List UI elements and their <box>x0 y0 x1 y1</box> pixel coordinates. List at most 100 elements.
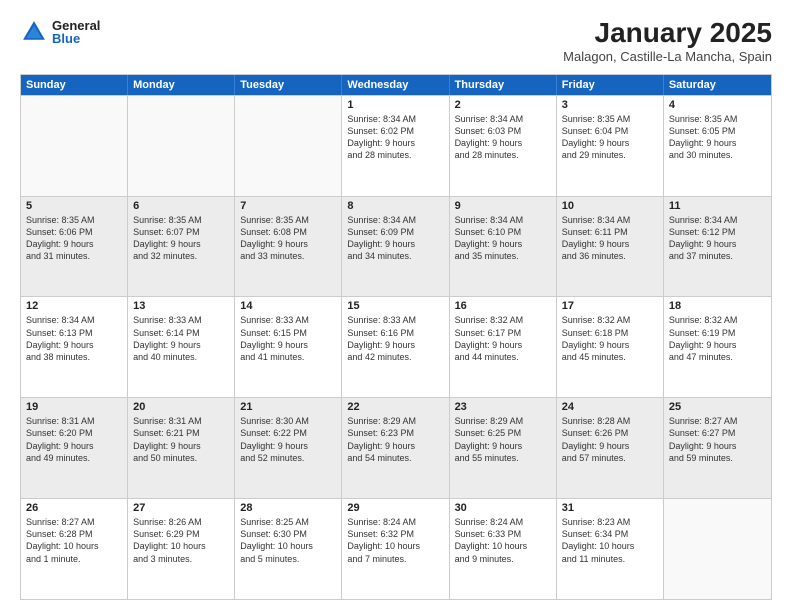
day-header-monday: Monday <box>128 75 235 95</box>
logo: General Blue <box>20 18 100 46</box>
cell-line: Daylight: 9 hours <box>669 339 766 351</box>
cell-line: Daylight: 10 hours <box>562 540 658 552</box>
cell-line: Sunset: 6:23 PM <box>347 427 443 439</box>
cell-line: Sunset: 6:06 PM <box>26 226 122 238</box>
cell-line: Sunset: 6:14 PM <box>133 327 229 339</box>
day-cell-9: 9Sunrise: 8:34 AMSunset: 6:10 PMDaylight… <box>450 197 557 297</box>
day-cell-19: 19Sunrise: 8:31 AMSunset: 6:20 PMDayligh… <box>21 398 128 498</box>
day-number: 18 <box>669 300 766 312</box>
day-number: 21 <box>240 401 336 413</box>
cell-line: and 45 minutes. <box>562 351 658 363</box>
day-cell-1: 1Sunrise: 8:34 AMSunset: 6:02 PMDaylight… <box>342 96 449 196</box>
cell-line: Sunrise: 8:28 AM <box>562 415 658 427</box>
subtitle: Malagon, Castille-La Mancha, Spain <box>563 49 772 64</box>
day-number: 26 <box>26 502 122 514</box>
day-cell-3: 3Sunrise: 8:35 AMSunset: 6:04 PMDaylight… <box>557 96 664 196</box>
cell-line: and 11 minutes. <box>562 553 658 565</box>
cell-line: Daylight: 9 hours <box>455 440 551 452</box>
cell-line: Sunset: 6:26 PM <box>562 427 658 439</box>
cell-line: Sunrise: 8:35 AM <box>562 113 658 125</box>
cell-line: Daylight: 9 hours <box>669 440 766 452</box>
day-cell-12: 12Sunrise: 8:34 AMSunset: 6:13 PMDayligh… <box>21 297 128 397</box>
logo-blue: Blue <box>52 32 100 45</box>
cell-line: Sunset: 6:20 PM <box>26 427 122 439</box>
cell-line: Sunset: 6:10 PM <box>455 226 551 238</box>
cell-line: Daylight: 9 hours <box>455 137 551 149</box>
cell-line: Sunrise: 8:35 AM <box>669 113 766 125</box>
day-number: 14 <box>240 300 336 312</box>
empty-cell <box>128 96 235 196</box>
day-header-friday: Friday <box>557 75 664 95</box>
logo-icon <box>20 18 48 46</box>
cell-line: Sunset: 6:17 PM <box>455 327 551 339</box>
calendar-row: 19Sunrise: 8:31 AMSunset: 6:20 PMDayligh… <box>21 397 771 498</box>
day-cell-30: 30Sunrise: 8:24 AMSunset: 6:33 PMDayligh… <box>450 499 557 599</box>
cell-line: Daylight: 10 hours <box>455 540 551 552</box>
day-cell-14: 14Sunrise: 8:33 AMSunset: 6:15 PMDayligh… <box>235 297 342 397</box>
cell-line: Daylight: 9 hours <box>240 440 336 452</box>
day-header-wednesday: Wednesday <box>342 75 449 95</box>
cell-line: and 30 minutes. <box>669 149 766 161</box>
cell-line: Sunrise: 8:34 AM <box>347 113 443 125</box>
cell-line: Sunrise: 8:34 AM <box>26 314 122 326</box>
cell-line: Daylight: 10 hours <box>240 540 336 552</box>
cell-line: Sunrise: 8:34 AM <box>669 214 766 226</box>
day-cell-10: 10Sunrise: 8:34 AMSunset: 6:11 PMDayligh… <box>557 197 664 297</box>
cell-line: Daylight: 10 hours <box>133 540 229 552</box>
day-number: 25 <box>669 401 766 413</box>
cell-line: Daylight: 9 hours <box>562 238 658 250</box>
cell-line: Sunrise: 8:35 AM <box>26 214 122 226</box>
cell-line: Sunset: 6:12 PM <box>669 226 766 238</box>
cell-line: Sunset: 6:29 PM <box>133 528 229 540</box>
cell-line: and 3 minutes. <box>133 553 229 565</box>
cell-line: and 34 minutes. <box>347 250 443 262</box>
cell-line: Sunrise: 8:30 AM <box>240 415 336 427</box>
day-cell-31: 31Sunrise: 8:23 AMSunset: 6:34 PMDayligh… <box>557 499 664 599</box>
cell-line: Sunrise: 8:34 AM <box>347 214 443 226</box>
calendar: SundayMondayTuesdayWednesdayThursdayFrid… <box>20 74 772 600</box>
cell-line: Sunrise: 8:35 AM <box>133 214 229 226</box>
cell-line: and 44 minutes. <box>455 351 551 363</box>
day-cell-4: 4Sunrise: 8:35 AMSunset: 6:05 PMDaylight… <box>664 96 771 196</box>
cell-line: and 28 minutes. <box>347 149 443 161</box>
day-number: 11 <box>669 200 766 212</box>
cell-line: Sunrise: 8:32 AM <box>669 314 766 326</box>
day-number: 2 <box>455 99 551 111</box>
cell-line: Daylight: 9 hours <box>347 137 443 149</box>
day-number: 27 <box>133 502 229 514</box>
cell-line: Sunset: 6:04 PM <box>562 125 658 137</box>
cell-line: and 49 minutes. <box>26 452 122 464</box>
month-title: January 2025 <box>563 18 772 49</box>
cell-line: Sunset: 6:27 PM <box>669 427 766 439</box>
cell-line: and 54 minutes. <box>347 452 443 464</box>
cell-line: Sunset: 6:34 PM <box>562 528 658 540</box>
cell-line: and 42 minutes. <box>347 351 443 363</box>
empty-cell <box>235 96 342 196</box>
day-number: 31 <box>562 502 658 514</box>
cell-line: Sunset: 6:02 PM <box>347 125 443 137</box>
day-cell-11: 11Sunrise: 8:34 AMSunset: 6:12 PMDayligh… <box>664 197 771 297</box>
day-cell-16: 16Sunrise: 8:32 AMSunset: 6:17 PMDayligh… <box>450 297 557 397</box>
day-cell-23: 23Sunrise: 8:29 AMSunset: 6:25 PMDayligh… <box>450 398 557 498</box>
cell-line: Daylight: 9 hours <box>133 238 229 250</box>
day-number: 15 <box>347 300 443 312</box>
page: General Blue January 2025 Malagon, Casti… <box>0 0 792 612</box>
cell-line: Sunrise: 8:34 AM <box>562 214 658 226</box>
cell-line: Daylight: 9 hours <box>347 440 443 452</box>
day-cell-20: 20Sunrise: 8:31 AMSunset: 6:21 PMDayligh… <box>128 398 235 498</box>
cell-line: Sunrise: 8:31 AM <box>26 415 122 427</box>
cell-line: Sunset: 6:30 PM <box>240 528 336 540</box>
cell-line: and 55 minutes. <box>455 452 551 464</box>
cell-line: and 1 minute. <box>26 553 122 565</box>
day-number: 16 <box>455 300 551 312</box>
day-number: 28 <box>240 502 336 514</box>
cell-line: Sunset: 6:07 PM <box>133 226 229 238</box>
cell-line: Daylight: 9 hours <box>240 238 336 250</box>
cell-line: Sunset: 6:25 PM <box>455 427 551 439</box>
cell-line: and 32 minutes. <box>133 250 229 262</box>
day-header-thursday: Thursday <box>450 75 557 95</box>
day-header-sunday: Sunday <box>21 75 128 95</box>
cell-line: and 38 minutes. <box>26 351 122 363</box>
day-header-tuesday: Tuesday <box>235 75 342 95</box>
logo-text: General Blue <box>52 19 100 45</box>
